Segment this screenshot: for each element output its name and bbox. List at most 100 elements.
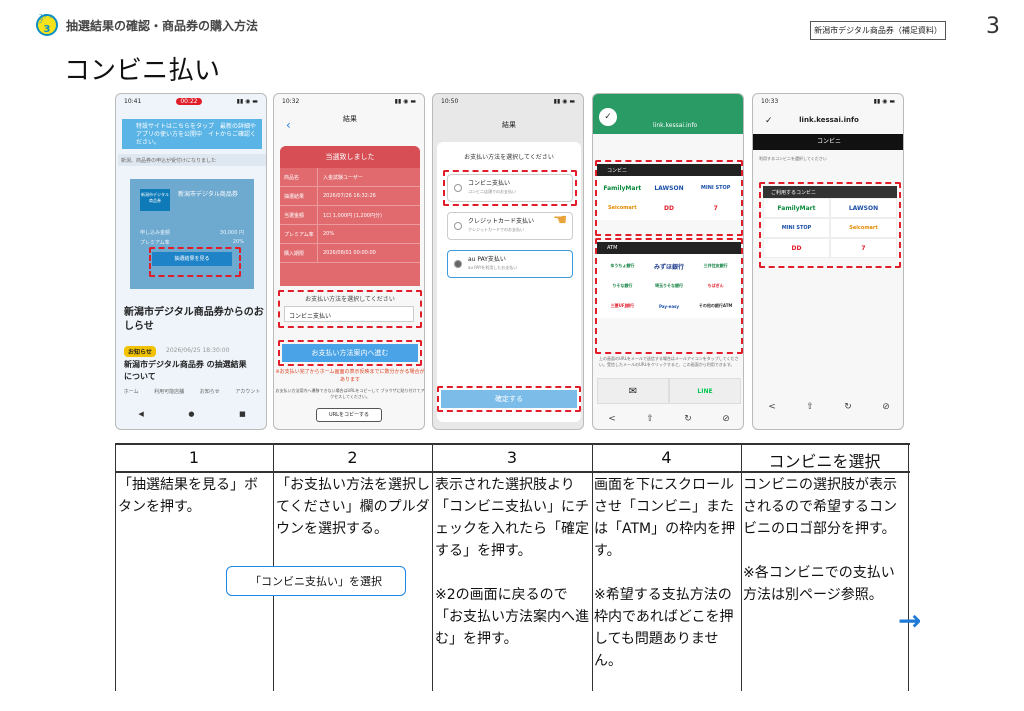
browser-toolbar: < ⇧ ↻ ⊘ (753, 394, 903, 419)
voucher-logo: 新潟市デジタル商品券 (140, 189, 170, 211)
radio-icon (454, 260, 462, 268)
status-time: 10:33 (761, 98, 779, 105)
phone-screenshot-2: 10:32 ▮▮ ◉ ▬ ‹ 結果 当選致しました 商品名 入金試験ユーザー 抽選… (273, 93, 425, 430)
premium-row: プレミアム率 20% (140, 239, 244, 246)
premium-label: プレミアム率 (140, 240, 170, 246)
page-title: コンビニ払い (64, 56, 221, 86)
copy-url-button[interactable]: URLをコピーする (316, 408, 382, 422)
signal-icon: ▮▮ ◉ ▬ (236, 98, 258, 105)
highlight-frame (759, 182, 901, 268)
browser-toolbar: < ⇧ ↻ ⊘ (593, 406, 743, 429)
share-icon[interactable]: ⇧ (806, 402, 814, 412)
special-site-banner[interactable]: 特設サイトはこちらをタップ 最新の詳細やアプリの使い方を公開中 イトからご確認く… (122, 119, 262, 149)
status-bar: 10:32 ▮▮ ◉ ▬ (282, 98, 416, 105)
phone-screenshot-3: 10:50 ▮▮ ◉ ▬ 結果 お支払い方法を選択してください コンビニ支払い … (432, 93, 584, 430)
news-badge: お知らせ (124, 346, 156, 357)
select-instruction: 利用するコンビニを選択してください (759, 156, 827, 161)
status-time: 10:41 (124, 98, 142, 105)
share-row: ✉ LINE (597, 378, 741, 404)
amount-value: 30,000 円 (219, 230, 244, 236)
compass-icon[interactable]: ⊘ (722, 414, 730, 424)
highlight-frame (595, 160, 743, 236)
status-bar: 10:41 00:22 ▮▮ ◉ ▬ (124, 98, 258, 105)
back-icon[interactable]: ◀ (138, 410, 143, 418)
highlight-frame (595, 238, 743, 354)
table-col-line (432, 445, 433, 691)
table-header-rule (115, 471, 910, 473)
back-icon[interactable]: < (608, 414, 616, 424)
highlight-frame (443, 170, 577, 206)
result-row: 抽選結果 2026/07/26 16:32:26 (280, 187, 420, 206)
check-icon[interactable]: ✓ (599, 108, 617, 126)
table-col-line (115, 445, 116, 691)
highlight-frame (437, 386, 581, 412)
timer-pill: 00:22 (176, 98, 202, 105)
next-page-arrow-icon: → (898, 604, 922, 637)
result-row: 当選金額 1口 1,000円 (1,200円分) (280, 206, 420, 225)
step-description-4: 画面を下にスクロールさせ「コンビニ」または「ATM」の枠内を押す。 ※希望する支… (594, 477, 736, 669)
line-icon[interactable]: LINE (669, 378, 741, 404)
premium-value: 20% (232, 239, 244, 245)
result-header: 当選致しました (280, 146, 420, 168)
table-col-line (741, 445, 742, 691)
highlight-frame (278, 290, 422, 328)
news-date: 2026/06/25 18:30:00 (166, 347, 230, 354)
table-col-line (592, 445, 593, 691)
status-bar: 10:50 ▮▮ ◉ ▬ (441, 98, 575, 105)
option-au-pay[interactable]: au PAY支払い au PAYを利用したお支払い (447, 250, 573, 278)
table-col-line (908, 445, 909, 691)
signal-icon: ▮▮ ◉ ▬ (394, 98, 416, 105)
callout-select-convenience: 「コンビニ支払い」を選択 (226, 566, 406, 596)
tab-stores[interactable]: 利用可能店舗 (154, 388, 184, 395)
warning-text: ※お支払い完了からホーム画面の表示反映までに数分かかる場合があります (275, 369, 425, 383)
recent-icon[interactable]: ■ (239, 410, 246, 418)
radio-icon (454, 222, 462, 230)
step-header-3: 3 (506, 448, 518, 467)
amount-row: 申し込み金額 30,000 円 (140, 229, 244, 236)
url-bar[interactable]: link.kessai.info (753, 116, 903, 124)
pointing-hand-icon: ☚ (553, 210, 568, 229)
phone-screenshot-4: link.kessai.info ✓ コンビニ FamilyMart LAWSO… (592, 93, 744, 430)
tab-account[interactable]: アカウント (235, 388, 260, 395)
payment-question: お支払い方法を選択してください (464, 154, 554, 161)
step-badge-number: 3 (43, 24, 51, 35)
tab-home[interactable]: ホーム (124, 388, 139, 395)
result-row: プレミアム率 20% (280, 225, 420, 244)
step-description-3: 表示された選択肢より「コンビニ支払い」にチェックを入れたら「確定する」を押す。 … (435, 477, 589, 647)
tab-bar: ホーム 利用可能店舗 お知らせ アカウント (116, 388, 266, 395)
android-nav-bar: ◀ ● ■ (116, 410, 266, 418)
phone-screenshot-5: 10:33 ▮▮ ◉ ▬ ✓ link.kessai.info コンビニ 利用す… (752, 93, 904, 430)
back-icon[interactable]: < (768, 402, 776, 412)
notice-title: 新潟市デジタル商品券からのおしらせ (124, 307, 264, 332)
step-description-5: コンビニの選択肢が表示されるので希望するコンビニのロゴ部分を押す。 ※各コンビニ… (743, 477, 897, 603)
table-top-rule (115, 443, 910, 445)
reload-icon[interactable]: ↻ (844, 402, 852, 412)
highlight-frame (278, 340, 422, 366)
screen-header: コンビニ (753, 134, 903, 150)
help-text: お支払い方法案内へ遷移できない場合はURLをコピーして ブラウザに貼り付けてアク… (275, 388, 425, 399)
screen-title: 結果 (502, 121, 516, 129)
news-item[interactable]: 新潟市デジタル商品券 の抽選結果について (124, 359, 254, 383)
info-bar: 新潟、商品券の申込が受付けになりました (118, 154, 266, 166)
step-header-5: コンビニを選択 (768, 452, 881, 471)
home-icon[interactable]: ● (188, 410, 194, 418)
share-icon[interactable]: ⇧ (646, 414, 654, 424)
step-header-4: 4 (661, 448, 672, 467)
page-number: 3 (986, 14, 1000, 39)
voucher-name: 新潟市デジタル商品券 (178, 191, 238, 198)
step-description-2: 「お支払い方法を選択してください」欄のプルダウンを選択する。 (276, 477, 430, 537)
compass-icon[interactable]: ⊘ (882, 402, 890, 412)
result-row: 購入期限 2026/08/01 00:00:00 (280, 244, 420, 263)
status-bar: 10:33 ▮▮ ◉ ▬ (761, 98, 895, 105)
status-time: 10:32 (282, 98, 300, 105)
step-description-1: 「抽選結果を見る」ボタンを押す。 (118, 477, 258, 515)
mail-icon[interactable]: ✉ (597, 378, 669, 404)
step-header-2: 2 (347, 448, 358, 467)
reload-icon[interactable]: ↻ (684, 414, 692, 424)
signal-icon: ▮▮ ◉ ▬ (873, 98, 895, 105)
screen-title: 結果 (343, 115, 357, 123)
email-note: 上の画面のURLをメールで送信する場合はメールアイコンをタップしてください。受信… (599, 356, 739, 367)
result-row: 商品名 入金試験ユーザー (280, 168, 420, 187)
tab-news[interactable]: お知らせ (200, 388, 220, 395)
amount-label: 申し込み金額 (140, 230, 171, 236)
